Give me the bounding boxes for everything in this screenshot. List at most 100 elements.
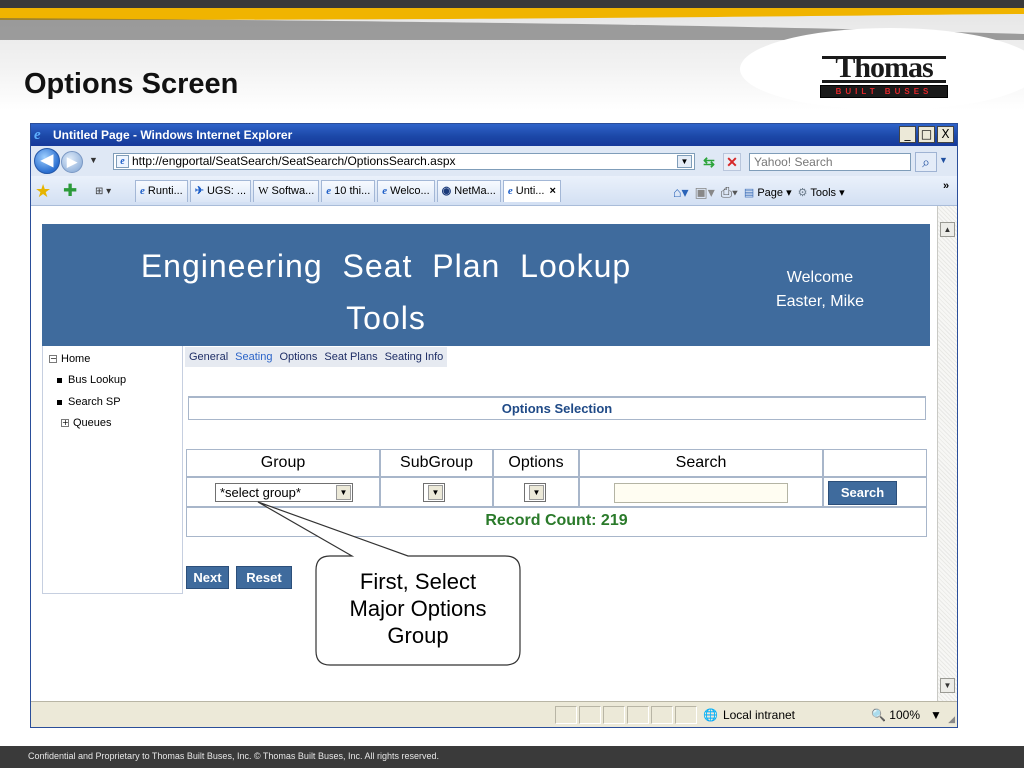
options-selection-header: Options Selection bbox=[188, 396, 926, 420]
menu-general[interactable]: General bbox=[189, 351, 228, 363]
column-header-group: Group bbox=[186, 449, 380, 477]
page-menu[interactable]: ▤ Page ▾ bbox=[744, 186, 792, 199]
maximize-button[interactable]: □ bbox=[918, 126, 935, 143]
options-search-input[interactable] bbox=[614, 483, 788, 503]
url-input[interactable]: e http://engportal/SeatSearch/SeatSearch… bbox=[113, 153, 695, 170]
print-icon[interactable]: ⎙▾ bbox=[721, 184, 738, 201]
intranet-icon: 🌐 bbox=[703, 708, 718, 722]
menu-seating-info[interactable]: Seating Info bbox=[385, 351, 444, 363]
status-pane bbox=[675, 706, 697, 724]
resize-grip-icon[interactable]: ◢ bbox=[948, 714, 955, 725]
search-cell bbox=[579, 477, 823, 507]
magnifier-icon[interactable]: ⌕ bbox=[915, 152, 937, 172]
nav-item-search-sp[interactable]: Search SP bbox=[49, 396, 121, 408]
tab-ugs[interactable]: ✈ UGS: ... bbox=[189, 180, 252, 202]
subgroup-select[interactable]: ▼ bbox=[423, 483, 445, 502]
status-pane bbox=[651, 706, 673, 724]
tab-close-icon[interactable]: × bbox=[549, 181, 555, 202]
command-bar: ⌂▾ ▣▾ ⎙▾ ▤ Page ▾ ⚙ Tools ▾ bbox=[673, 180, 845, 204]
ie-icon: e bbox=[34, 127, 41, 143]
subgroup-cell: ▼ bbox=[380, 477, 493, 507]
feeds-icon[interactable]: ▣▾ bbox=[694, 184, 714, 201]
group-select[interactable]: *select group* ▼ bbox=[215, 483, 353, 502]
nav-item-queues[interactable]: + Queues bbox=[61, 417, 112, 429]
dropdown-arrow-icon[interactable]: ▼ bbox=[529, 485, 544, 500]
search-button[interactable]: Search bbox=[828, 481, 897, 505]
tab-runtime[interactable]: e Runti... bbox=[135, 180, 188, 202]
nav-item-home[interactable]: − Home bbox=[49, 353, 90, 365]
app-title-line-2: Tools bbox=[346, 300, 426, 336]
scroll-down-icon[interactable]: ▼ bbox=[940, 678, 955, 693]
menu-seat-plans[interactable]: Seat Plans bbox=[324, 351, 377, 363]
tab-software[interactable]: W Softwa... bbox=[253, 180, 320, 202]
tab-untitled[interactable]: e Unti... × bbox=[502, 180, 561, 202]
url-text: http://engportal/SeatSearch/SeatSearch/O… bbox=[132, 154, 456, 168]
group-cell: *select group* ▼ bbox=[186, 477, 380, 507]
status-pane bbox=[555, 706, 577, 724]
status-bar: 🌐 Local intranet 🔍 100% ▼ ◢ bbox=[31, 701, 957, 727]
security-zone: 🌐 Local intranet bbox=[697, 705, 845, 725]
tab-10-things[interactable]: e 10 thi... bbox=[321, 180, 376, 202]
footer-text: Confidential and Proprietary to Thomas B… bbox=[28, 751, 439, 761]
stop-icon[interactable]: ✕ bbox=[723, 153, 741, 171]
forward-button[interactable]: ▶ bbox=[61, 151, 83, 173]
search-options-icon[interactable]: ▼ bbox=[939, 155, 948, 165]
close-button[interactable]: X bbox=[937, 126, 954, 143]
logo-word: Thomas bbox=[818, 52, 950, 84]
thomas-logo: Thomas BUILT BUSES bbox=[818, 52, 950, 100]
address-bar: ◀ ▶ ▼ e http://engportal/SeatSearch/Seat… bbox=[31, 146, 957, 176]
tab-welcome[interactable]: e Welco... bbox=[377, 180, 435, 202]
zoom-control[interactable]: 🔍 100% ▼ bbox=[867, 705, 953, 725]
status-pane bbox=[603, 706, 625, 724]
ie-icon: e bbox=[326, 185, 332, 197]
left-nav-tree: − Home Bus Lookup Search SP + Queues bbox=[42, 346, 183, 594]
welcome-block: Welcome Easter, Mike bbox=[760, 266, 880, 314]
vertical-scrollbar[interactable]: ▲ ▼ bbox=[937, 206, 957, 701]
scroll-up-icon[interactable]: ▲ bbox=[940, 222, 955, 237]
refresh-icon[interactable]: ⇆ bbox=[699, 152, 719, 172]
chevron-right-icon[interactable]: » bbox=[943, 180, 949, 192]
nav-item-bus-lookup[interactable]: Bus Lookup bbox=[49, 374, 126, 386]
gear-icon: ⚙ bbox=[797, 186, 808, 199]
tab-netmail[interactable]: ◉ NetMa... bbox=[436, 180, 501, 202]
expand-icon[interactable]: + bbox=[61, 419, 69, 427]
add-favorite-icon[interactable]: ✚ bbox=[63, 181, 77, 201]
search-button-cell: Search bbox=[823, 477, 927, 507]
tab-strip: e Runti... ✈ UGS: ... W Softwa... e 10 thi..… bbox=[135, 180, 563, 204]
callout-text: First, Select Major Options Group bbox=[317, 568, 519, 664]
status-pane bbox=[627, 706, 649, 724]
netmail-icon: ◉ bbox=[441, 185, 452, 197]
app-title-line-1: Engineering Seat Plan Lookup bbox=[140, 248, 632, 284]
home-icon[interactable]: ⌂▾ bbox=[673, 184, 688, 201]
back-button[interactable]: ◀ bbox=[34, 148, 60, 174]
column-header-options: Options bbox=[493, 449, 579, 477]
reset-button[interactable]: Reset bbox=[236, 566, 292, 589]
column-header-subgroup: SubGroup bbox=[380, 449, 493, 477]
zoom-dropdown-icon[interactable]: ▼ bbox=[923, 708, 942, 722]
menu-options[interactable]: Options bbox=[279, 351, 317, 363]
minimize-button[interactable]: _ bbox=[899, 126, 916, 143]
options-search-grid: Group SubGroup Options Search *select gr… bbox=[186, 449, 927, 544]
page-icon: e bbox=[116, 155, 129, 168]
dropdown-arrow-icon[interactable]: ▼ bbox=[336, 485, 351, 500]
ie-icon: e bbox=[140, 185, 145, 197]
history-dropdown-icon[interactable]: ▼ bbox=[89, 155, 98, 165]
page-icon: ▤ bbox=[743, 186, 755, 199]
title-bar: e Untitled Page - Windows Internet Explo… bbox=[31, 124, 957, 146]
url-dropdown-icon[interactable]: ▼ bbox=[677, 155, 692, 168]
quick-tabs-icon[interactable]: ⊞ ▾ bbox=[95, 185, 119, 199]
dropdown-arrow-icon[interactable]: ▼ bbox=[428, 485, 443, 500]
collapse-icon[interactable]: − bbox=[49, 355, 57, 363]
search-input[interactable]: Yahoo! Search bbox=[749, 153, 911, 171]
tools-menu[interactable]: ⚙ Tools ▾ bbox=[798, 186, 845, 199]
column-header-empty bbox=[823, 449, 927, 477]
options-cell: ▼ bbox=[493, 477, 579, 507]
window-controls: _ □ X bbox=[899, 126, 954, 143]
options-select[interactable]: ▼ bbox=[524, 483, 546, 502]
favorites-star-icon[interactable]: ★ bbox=[35, 181, 51, 201]
next-button[interactable]: Next bbox=[186, 566, 229, 589]
ugs-icon: ✈ bbox=[194, 185, 204, 197]
app-banner: Engineering Seat Plan Lookup Tools Welco… bbox=[42, 224, 930, 346]
menu-seating[interactable]: Seating bbox=[235, 351, 272, 363]
welcome-label: Welcome bbox=[786, 269, 854, 286]
